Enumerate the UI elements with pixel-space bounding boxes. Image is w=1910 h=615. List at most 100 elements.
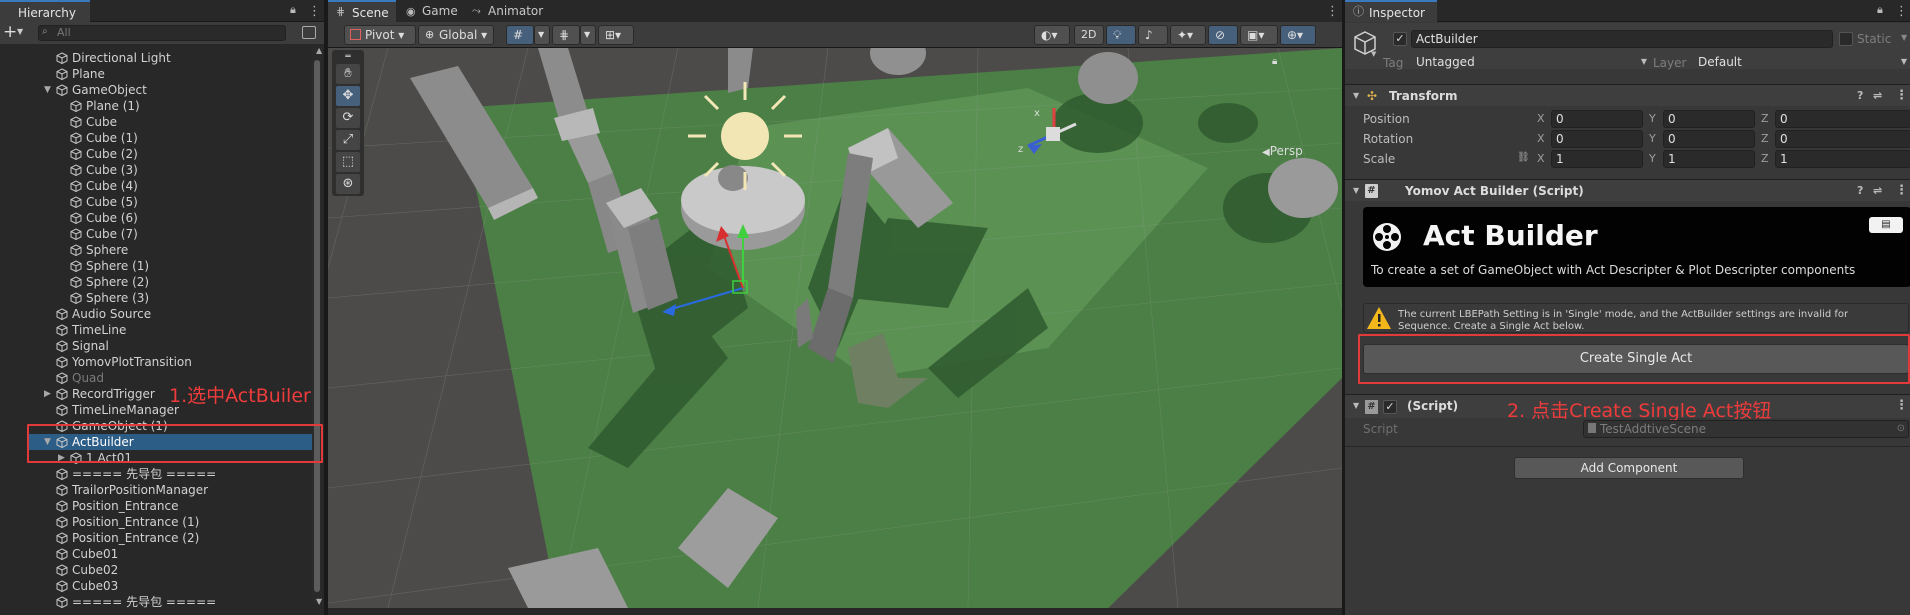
inspector-lock-icon[interactable]: 🔒︎ [1877,3,1883,17]
hierarchy-item[interactable]: Signal [56,338,109,354]
add-button[interactable]: + [3,22,17,42]
grid-snap-dropdown[interactable]: ▼ [534,25,550,45]
hierarchy-scrollbar[interactable] [312,48,322,604]
effects-button[interactable]: ✦▾ [1170,25,1206,45]
help-icon[interactable]: ? [1857,85,1863,107]
hierarchy-item[interactable]: TimeLineManager [56,402,179,418]
hierarchy-item[interactable]: RecordTrigger [56,386,155,402]
transform-field-x[interactable]: 1 [1551,150,1643,168]
act-builder-preset-icon[interactable]: ⇌ [1873,180,1882,202]
increment-snap-button[interactable]: ⊞▾ [598,25,634,45]
transform-field-z[interactable]: 0 [1775,130,1910,148]
hierarchy-item[interactable]: Position_Entrance [56,498,179,514]
grid-snap-button[interactable]: # [506,25,534,45]
hierarchy-item[interactable]: Sphere (1) [70,258,149,274]
active-checkbox[interactable]: ✓ [1393,32,1407,46]
act-builder-help-icon[interactable]: ? [1857,180,1863,202]
act-builder-fold-icon[interactable]: ▼ [1353,180,1359,202]
hierarchy-item[interactable]: Cube (1) [70,130,138,146]
axis-label-z[interactable]: Z [1761,130,1773,148]
inspector-menu-icon[interactable]: ⋮ [1895,4,1908,19]
gizmos-button[interactable]: ⊕▾ [1280,25,1316,45]
hierarchy-item[interactable]: Cube (2) [70,146,138,162]
docs-button[interactable]: ▤ [1869,217,1903,233]
transform-field-x[interactable]: 0 [1551,110,1643,128]
scene-menu-icon[interactable]: ⋮ [1326,4,1339,19]
script-enabled-checkbox[interactable]: ✓ [1383,400,1397,414]
tools-drag-handle[interactable]: ═ [336,53,360,62]
search-input[interactable]: All [38,25,286,41]
transform-field-y[interactable]: 0 [1663,130,1755,148]
axis-label-y[interactable]: Y [1649,130,1661,148]
grid-visibility-button[interactable]: ⋕ [552,25,580,45]
expand-arrow-icon[interactable]: ▼ [44,82,54,98]
scroll-down-icon[interactable]: ▼ [316,597,322,606]
transform-field-y[interactable]: 1 [1663,150,1755,168]
hidden-objects-button[interactable]: ⊘ [1208,25,1238,45]
add-component-button[interactable]: Add Component [1514,457,1744,479]
hierarchy-item[interactable]: Quad [56,370,104,386]
transform-field-z[interactable]: 1 [1775,150,1910,168]
hierarchy-item[interactable]: Cube01 [56,546,118,562]
hierarchy-item[interactable]: Cube03 [56,578,118,594]
hand-tool-icon[interactable]: ✋︎ [336,64,360,84]
constrain-proportions-icon[interactable]: ⛓ [1517,152,1530,163]
hierarchy-item[interactable]: Cube (4) [70,178,138,194]
layer-dropdown[interactable]: Default ▼ [1693,54,1909,72]
collapse-arrow-icon[interactable]: ▶ [44,386,54,402]
hierarchy-item[interactable]: Cube [70,114,117,130]
preset-icon[interactable]: ⇌ [1873,85,1882,107]
scene-viewport[interactable]: x z ═ ✋︎ ✥ ⟳ ⤢ ⬚ ⊛ 🔒︎ ◀Persp [328,48,1342,608]
gizmo-lock-icon[interactable]: 🔒︎ [1272,56,1277,67]
hierarchy-item[interactable]: TrailorPositionManager [56,482,208,498]
lock-icon[interactable]: 🔒︎ [290,3,296,17]
hierarchy-item[interactable]: Cube (3) [70,162,138,178]
shading-mode-button[interactable]: ◐▾ [1034,25,1070,45]
hierarchy-item[interactable]: Cube (5) [70,194,138,210]
hierarchy-item[interactable]: ===== 先导包 ===== [56,594,216,610]
axis-label-z[interactable]: Z [1761,110,1773,128]
hierarchy-item[interactable]: Position_Entrance (2) [56,530,199,546]
transform-field-y[interactable]: 0 [1663,110,1755,128]
hierarchy-item[interactable]: Directional Light [56,50,171,66]
axis-label-y[interactable]: Y [1649,150,1661,168]
transform-field-z[interactable]: 0 [1775,110,1910,128]
scale-tool-icon[interactable]: ⤢ [336,130,360,150]
icon-dropdown-icon[interactable]: ▼ [1371,50,1376,58]
hierarchy-item[interactable]: TimeLine [56,322,126,338]
transform-menu-icon[interactable]: ⋮ [1895,85,1908,107]
axis-label-x[interactable]: X [1537,130,1549,148]
lighting-button[interactable]: 💡︎ [1106,25,1136,45]
axis-label-z[interactable]: Z [1761,150,1773,168]
object-picker-icon[interactable]: ⊙ [1897,421,1905,437]
axis-label-x[interactable]: X [1537,150,1549,168]
hierarchy-item[interactable]: Sphere (2) [70,274,149,290]
static-dropdown-icon[interactable]: ▼ [1901,33,1907,42]
rect-tool-icon[interactable]: ⬚ [336,152,360,172]
transform-fold-icon[interactable]: ▼ [1353,85,1359,107]
static-checkbox[interactable] [1839,32,1853,46]
transform-header[interactable]: ▼ ✣ Transform ? ⇌ ⋮ [1345,84,1910,106]
hierarchy-item[interactable]: Sphere [70,242,128,258]
grid-visibility-dropdown[interactable]: ▼ [580,25,596,45]
act-builder-menu-icon[interactable]: ⋮ [1895,180,1908,202]
hierarchy-item[interactable]: Plane (1) [70,98,140,114]
tab-hierarchy[interactable]: Hierarchy [0,0,90,22]
axis-label-y[interactable]: Y [1649,110,1661,128]
transform-field-x[interactable]: 0 [1551,130,1643,148]
persp-label[interactable]: ◀Persp [1262,144,1303,158]
script-menu-icon[interactable]: ⋮ [1895,395,1908,417]
hierarchy-item[interactable]: Audio Source [56,306,151,322]
hierarchy-item[interactable]: Position_Entrance (1) [56,514,199,530]
hierarchy-item[interactable]: Plane [56,66,105,82]
object-name-field[interactable]: ActBuilder [1411,30,1833,48]
scroll-up-icon[interactable]: ▲ [316,46,322,55]
tag-dropdown[interactable]: Untagged ▼ [1411,54,1651,72]
axis-label-x[interactable]: X [1537,110,1549,128]
add-dropdown-icon[interactable]: ▼ [17,27,23,36]
hierarchy-menu-icon[interactable]: ⋮ [308,4,321,19]
hierarchy-item[interactable]: YomovPlotTransition [56,354,192,370]
hierarchy-item[interactable]: Cube02 [56,562,118,578]
hierarchy-item[interactable]: Cube (7) [70,226,138,242]
rotate-tool-icon[interactable]: ⟳ [336,108,360,128]
